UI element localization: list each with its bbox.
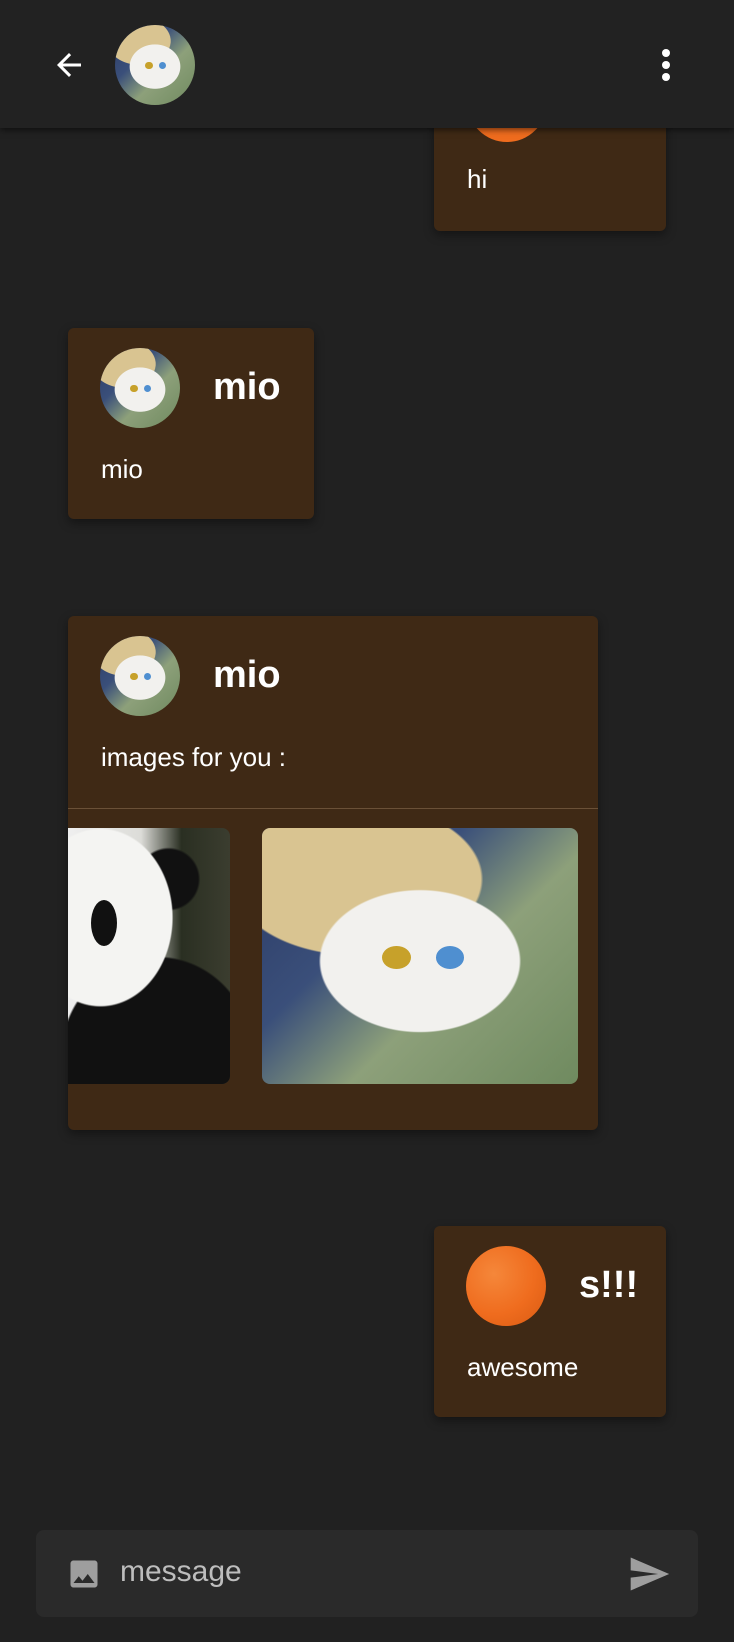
- sender-name: s!!!: [579, 1264, 639, 1306]
- back-button[interactable]: [44, 40, 94, 90]
- message-text: awesome: [467, 1352, 579, 1382]
- arrow-left-icon: [57, 53, 81, 77]
- divider: [68, 808, 598, 809]
- sender-avatar: [100, 348, 180, 428]
- image-icon[interactable]: [66, 1556, 102, 1592]
- sender-name: mio: [213, 366, 281, 408]
- more-options-button[interactable]: [646, 40, 686, 90]
- message-bubble-contact-images: mio images for you :: [68, 616, 598, 1130]
- white-cat-photo[interactable]: [262, 828, 578, 1084]
- image-carousel[interactable]: [68, 828, 598, 1084]
- app-bar: [0, 0, 734, 128]
- message-bubble-contact: mio mio: [68, 328, 314, 519]
- message-text: images for you :: [101, 742, 286, 772]
- message-input[interactable]: message: [120, 1555, 242, 1589]
- message-composer[interactable]: message: [36, 1530, 698, 1617]
- more-vert-icon: [662, 49, 670, 81]
- user-avatar: [466, 1246, 546, 1326]
- sender-name: mio: [213, 654, 281, 696]
- contact-avatar[interactable]: [115, 25, 195, 105]
- send-icon[interactable]: [626, 1552, 672, 1596]
- panda-photo[interactable]: [68, 828, 230, 1084]
- message-bubble-self: s!!! awesome: [434, 1226, 666, 1417]
- message-text: hi: [467, 164, 488, 194]
- message-text: mio: [101, 454, 143, 484]
- sender-avatar: [100, 636, 180, 716]
